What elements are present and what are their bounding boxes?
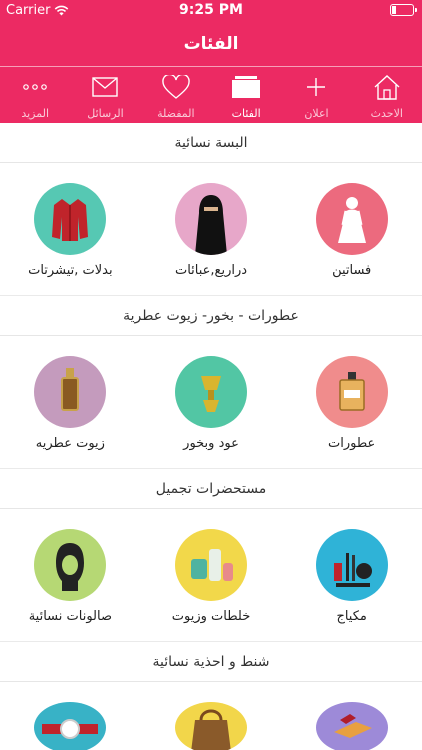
section-header-bags-shoes: شنط و احذية نسائية [0,642,422,682]
tab-latest[interactable]: الاحدث [352,67,422,123]
tab-favorites[interactable]: المفضلة [141,67,211,123]
perfume-bottle-icon [315,356,388,428]
category-shoes[interactable] [281,682,422,750]
home-icon [373,73,401,101]
category-mixes-oils[interactable]: خلطات وزيوت [141,509,282,641]
categories-icon [231,73,261,101]
handbag-icon [175,702,248,750]
page-title: الفئات [183,34,239,54]
makeup-icon [315,529,388,601]
tab-categories-label: الفئات [231,107,261,120]
category-label: مكياج [336,609,367,624]
categories-list: البسة نسائية فساتين دراريع,عبائات بدلات … [0,123,422,750]
category-label: عود وبخور [183,436,239,451]
tab-more[interactable]: المزيد [0,67,70,123]
status-time: 9:25 PM [179,2,243,18]
category-oud-incense[interactable]: عود وبخور [141,336,282,468]
category-dresses[interactable]: فساتين [281,163,422,295]
category-watches[interactable] [0,682,141,750]
watch-icon [34,702,107,750]
category-label: بدلات ,تيشرتات [28,263,113,278]
category-handbags[interactable] [141,682,282,750]
section-header-perfumes: عطورات - بخور- زيوت عطرية [0,296,422,336]
salon-woman-icon [34,529,107,601]
plus-icon [305,73,327,101]
app-header: Carrier 9:25 PM الفئات المزيد الرسائل ال… [0,0,422,123]
category-label: دراريع,عبائات [174,263,248,278]
category-makeup[interactable]: مكياج [281,509,422,641]
heart-icon [162,73,190,101]
category-label: فساتين [332,263,372,278]
category-perfume-oils[interactable]: زيوت عطريه [0,336,141,468]
oil-bottle-icon [34,356,107,428]
battery-icon [390,4,417,16]
category-suits[interactable]: بدلات ,تيشرتات [0,163,141,295]
top-tab-bar: المزيد الرسائل المفضلة الفئات اعلان الاح… [0,66,422,123]
category-women-salons[interactable]: صالونات نسائية [0,509,141,641]
section-row-women-clothing: فساتين دراريع,عبائات بدلات ,تيشرتات [0,163,422,296]
category-label: خلطات وزيوت [171,609,251,624]
dress-icon [315,183,388,255]
category-perfumes[interactable]: عطورات [281,336,422,468]
shoes-box-icon [315,702,388,750]
incense-burner-icon [175,356,248,428]
category-abayas[interactable]: دراريع,عبائات [141,163,282,295]
tab-messages[interactable]: الرسائل [70,67,140,123]
tab-messages-label: الرسائل [87,107,124,120]
status-bar: Carrier 9:25 PM [0,0,422,22]
category-label: عطورات [328,436,376,451]
tab-post-ad[interactable]: اعلان [281,67,351,123]
tab-latest-label: الاحدث [370,107,403,120]
category-label: صالونات نسائية [28,609,113,624]
tab-more-label: المزيد [21,107,49,120]
abaya-icon [175,183,248,255]
more-dots-icon [22,73,48,101]
jacket-icon [34,183,107,255]
tab-categories[interactable]: الفئات [211,67,281,123]
section-row-bags-shoes [0,682,422,750]
category-label: زيوت عطريه [35,436,105,451]
tab-post-ad-label: اعلان [304,107,329,120]
cosmetic-jars-icon [175,529,248,601]
envelope-icon [92,73,119,101]
section-row-perfumes: عطورات عود وبخور زيوت عطريه [0,336,422,469]
section-row-cosmetics: مكياج خلطات وزيوت صالونات نسائية [0,509,422,642]
tab-favorites-label: المفضلة [157,107,195,120]
section-header-cosmetics: مستحضرات تجميل [0,469,422,509]
section-header-women-clothing: البسة نسائية [0,123,422,163]
